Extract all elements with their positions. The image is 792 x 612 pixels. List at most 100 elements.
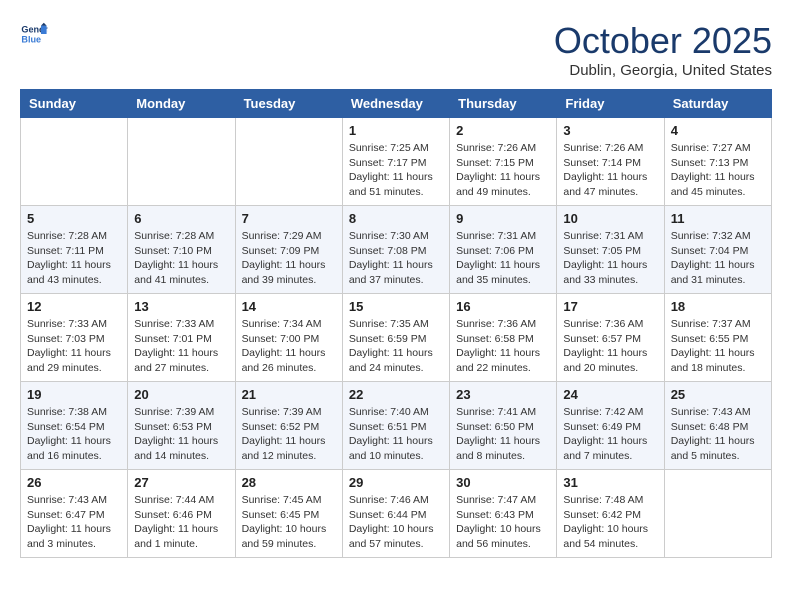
day-number: 30 [456,475,550,490]
col-monday: Monday [128,90,235,118]
day-number: 17 [563,299,657,314]
day-number: 23 [456,387,550,402]
table-row: 25Sunrise: 7:43 AMSunset: 6:48 PMDayligh… [664,382,771,470]
table-row: 19Sunrise: 7:38 AMSunset: 6:54 PMDayligh… [21,382,128,470]
table-row: 29Sunrise: 7:46 AMSunset: 6:44 PMDayligh… [342,470,449,558]
table-row [235,118,342,206]
day-number: 4 [671,123,765,138]
table-row: 21 Sunrise: 7:39 AMSunset: 6:52 PMDayligh… [235,382,342,470]
table-row: 11Sunrise: 7:32 AMSunset: 7:04 PMDayligh… [664,206,771,294]
day-info: Sunrise: 7:26 AMSunset: 7:14 PMDaylight:… [563,141,657,200]
day-number: 19 [27,387,121,402]
calendar-week-row: 19Sunrise: 7:38 AMSunset: 6:54 PMDayligh… [21,382,772,470]
day-info: Sunrise: 7:41 AMSunset: 6:50 PMDaylight:… [456,405,550,464]
calendar-header-row: Sunday Monday Tuesday Wednesday Thursday… [21,90,772,118]
day-number: 21 [242,387,336,402]
day-number: 26 [27,475,121,490]
table-row: 23 Sunrise: 7:41 AMSunset: 6:50 PMDayligh… [450,382,557,470]
day-number: 12 [27,299,121,314]
day-number: 20 [134,387,228,402]
day-number: 8 [349,211,443,226]
day-number: 11 [671,211,765,226]
logo: General Blue [20,20,48,48]
day-number: 6 [134,211,228,226]
day-number: 15 [349,299,443,314]
day-info: Sunrise: 7:48 AMSunset: 6:42 PMDaylight:… [563,493,657,552]
day-number: 7 [242,211,336,226]
col-saturday: Saturday [664,90,771,118]
day-info: Sunrise: 7:37 AMSunset: 6:55 PMDaylight:… [671,317,765,376]
day-number: 27 [134,475,228,490]
table-row: 17 Sunrise: 7:36 AMSunset: 6:57 PMDayligh… [557,294,664,382]
table-row: 2Sunrise: 7:26 AMSunset: 7:15 PMDaylight… [450,118,557,206]
day-number: 29 [349,475,443,490]
day-info: Sunrise: 7:26 AMSunset: 7:15 PMDaylight:… [456,141,550,200]
day-info: Sunrise: 7:29 AMSunset: 7:09 PMDaylight:… [242,229,336,288]
table-row [128,118,235,206]
day-info: Sunrise: 7:45 AMSunset: 6:45 PMDaylight:… [242,493,336,552]
day-number: 28 [242,475,336,490]
day-number: 13 [134,299,228,314]
day-number: 9 [456,211,550,226]
table-row [21,118,128,206]
table-row: 15 Sunrise: 7:35 AMSunset: 6:59 PMDayligh… [342,294,449,382]
day-info: Sunrise: 7:31 AMSunset: 7:05 PMDaylight:… [563,229,657,288]
day-info: Sunrise: 7:27 AMSunset: 7:13 PMDaylight:… [671,141,765,200]
day-info: Sunrise: 7:35 AMSunset: 6:59 PMDaylight:… [349,317,443,376]
day-number: 1 [349,123,443,138]
day-number: 5 [27,211,121,226]
table-row: 22 Sunrise: 7:40 AMSunset: 6:51 PMDayligh… [342,382,449,470]
day-number: 18 [671,299,765,314]
table-row [664,470,771,558]
col-sunday: Sunday [21,90,128,118]
table-row: 5 Sunrise: 7:28 AMSunset: 7:11 PMDaylight… [21,206,128,294]
day-info: Sunrise: 7:28 AMSunset: 7:10 PMDaylight:… [134,229,228,288]
calendar-week-row: 5 Sunrise: 7:28 AMSunset: 7:11 PMDaylight… [21,206,772,294]
day-number: 31 [563,475,657,490]
calendar-week-row: 1Sunrise: 7:25 AMSunset: 7:17 PMDaylight… [21,118,772,206]
col-friday: Friday [557,90,664,118]
day-info: Sunrise: 7:47 AMSunset: 6:43 PMDaylight:… [456,493,550,552]
table-row: 13 Sunrise: 7:33 AMSunset: 7:01 PMDayligh… [128,294,235,382]
table-row: 3 Sunrise: 7:26 AMSunset: 7:14 PMDaylight… [557,118,664,206]
day-info: Sunrise: 7:34 AMSunset: 7:00 PMDaylight:… [242,317,336,376]
table-row: 8 Sunrise: 7:30 AMSunset: 7:08 PMDaylight… [342,206,449,294]
page-header: General Blue October 2025 Dublin, Georgi… [20,20,772,79]
day-number: 3 [563,123,657,138]
day-info: Sunrise: 7:40 AMSunset: 6:51 PMDaylight:… [349,405,443,464]
table-row: 4 Sunrise: 7:27 AMSunset: 7:13 PMDaylight… [664,118,771,206]
day-number: 16 [456,299,550,314]
table-row: 27Sunrise: 7:44 AMSunset: 6:46 PMDayligh… [128,470,235,558]
col-thursday: Thursday [450,90,557,118]
day-number: 22 [349,387,443,402]
table-row: 9 Sunrise: 7:31 AMSunset: 7:06 PMDaylight… [450,206,557,294]
month-title: October 2025 [554,20,772,62]
day-number: 14 [242,299,336,314]
table-row: 24 Sunrise: 7:42 AMSunset: 6:49 PMDayligh… [557,382,664,470]
day-info: Sunrise: 7:42 AMSunset: 6:49 PMDaylight:… [563,405,657,464]
table-row: 18 Sunrise: 7:37 AMSunset: 6:55 PMDayligh… [664,294,771,382]
col-tuesday: Tuesday [235,90,342,118]
table-row: 12Sunrise: 7:33 AMSunset: 7:03 PMDayligh… [21,294,128,382]
day-info: Sunrise: 7:36 AMSunset: 6:58 PMDaylight:… [456,317,550,376]
day-info: Sunrise: 7:43 AMSunset: 6:48 PMDaylight:… [671,405,765,464]
day-info: Sunrise: 7:43 AMSunset: 6:47 PMDaylight:… [27,493,121,552]
svg-text:Blue: Blue [21,34,41,44]
table-row: 14 Sunrise: 7:34 AMSunset: 7:00 PMDayligh… [235,294,342,382]
table-row: 16 Sunrise: 7:36 AMSunset: 6:58 PMDayligh… [450,294,557,382]
day-info: Sunrise: 7:33 AMSunset: 7:01 PMDaylight:… [134,317,228,376]
calendar-week-row: 12Sunrise: 7:33 AMSunset: 7:03 PMDayligh… [21,294,772,382]
col-wednesday: Wednesday [342,90,449,118]
logo-icon: General Blue [20,20,48,48]
day-info: Sunrise: 7:31 AMSunset: 7:06 PMDaylight:… [456,229,550,288]
table-row: 10Sunrise: 7:31 AMSunset: 7:05 PMDayligh… [557,206,664,294]
table-row: 20 Sunrise: 7:39 AMSunset: 6:53 PMDayligh… [128,382,235,470]
table-row: 6 Sunrise: 7:28 AMSunset: 7:10 PMDaylight… [128,206,235,294]
day-info: Sunrise: 7:39 AMSunset: 6:52 PMDaylight:… [242,405,336,464]
day-info: Sunrise: 7:36 AMSunset: 6:57 PMDaylight:… [563,317,657,376]
day-info: Sunrise: 7:28 AMSunset: 7:11 PMDaylight:… [27,229,121,288]
day-number: 24 [563,387,657,402]
calendar-week-row: 26 Sunrise: 7:43 AMSunset: 6:47 PMDayligh… [21,470,772,558]
day-info: Sunrise: 7:39 AMSunset: 6:53 PMDaylight:… [134,405,228,464]
day-info: Sunrise: 7:30 AMSunset: 7:08 PMDaylight:… [349,229,443,288]
